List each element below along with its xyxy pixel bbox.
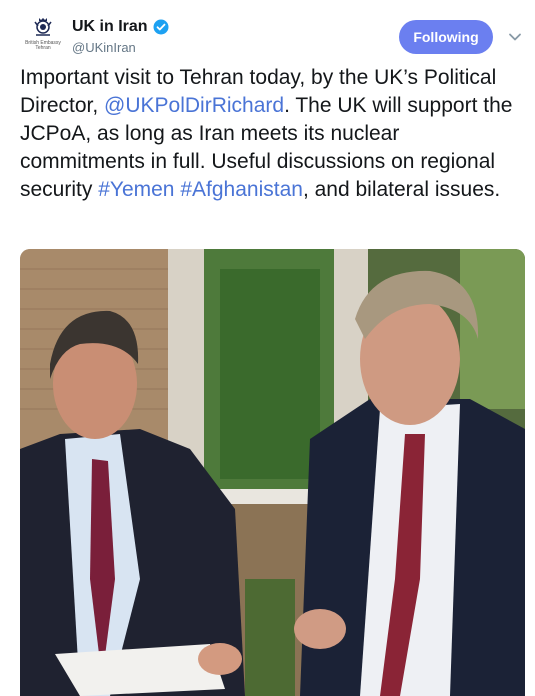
tweet-photo[interactable] bbox=[20, 249, 525, 696]
chevron-down-icon[interactable] bbox=[508, 30, 522, 44]
display-name[interactable]: UK in Iran bbox=[72, 18, 148, 36]
hashtag-link[interactable]: #Afghanistan bbox=[180, 178, 303, 201]
avatar[interactable]: British Embassy Tehran bbox=[18, 16, 68, 60]
name-row: UK in Iran bbox=[72, 18, 169, 36]
royal-crest-icon bbox=[34, 18, 52, 36]
tweet-text-segment: , and bilateral issues. bbox=[302, 178, 501, 201]
tweet-header: British Embassy Tehran UK in Iran @UKinI… bbox=[0, 0, 535, 70]
mention-link[interactable]: @UKPolDirRichard bbox=[104, 94, 284, 117]
following-button[interactable]: Following bbox=[399, 20, 493, 54]
avatar-caption: British Embassy Tehran bbox=[25, 40, 61, 51]
hashtag-link[interactable]: #Yemen bbox=[98, 178, 174, 201]
verified-badge-icon bbox=[153, 19, 169, 35]
photo-icon bbox=[20, 249, 525, 696]
tweet-text: Important visit to Tehran today, by the … bbox=[20, 64, 520, 204]
handle[interactable]: @UKinIran bbox=[72, 40, 136, 55]
